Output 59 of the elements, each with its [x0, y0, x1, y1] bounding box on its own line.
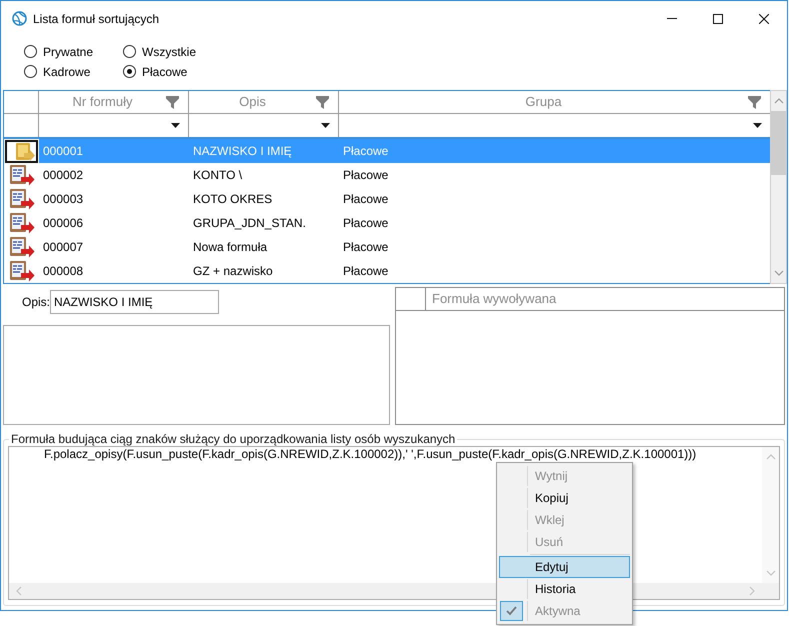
clipboard-icon [8, 236, 35, 258]
radio-button[interactable] [24, 65, 37, 78]
minimize-icon[interactable] [667, 18, 677, 19]
table-cell-text: GRUPA_JDN_STAN. [192, 215, 307, 232]
maximize-icon[interactable] [713, 14, 723, 24]
window-title: Lista formuł sortujących [33, 10, 160, 28]
clipboard-icon [8, 212, 35, 234]
field-label: Opis: [21, 294, 50, 311]
scrollbar-thumb[interactable] [771, 111, 786, 175]
table-cell-text: Płacowe [342, 191, 390, 208]
filter-icon[interactable] [748, 96, 761, 108]
radio-button[interactable] [24, 45, 37, 58]
vertical-scrollbar[interactable] [770, 90, 787, 284]
radio-label: Kadrowe [43, 64, 90, 78]
table-cell-text: Płacowe [342, 143, 390, 160]
menu-item[interactable]: Edytuj [499, 556, 630, 578]
table-cell-text: 000001 [42, 143, 84, 160]
chevron-right-icon[interactable] [748, 586, 756, 596]
clipboard-icon [8, 164, 35, 186]
table-cell-text: Płacowe [342, 215, 390, 232]
table-cell-text: GZ + nazwisko [192, 263, 274, 280]
table-cell-text: 000003 [42, 191, 84, 208]
text-area-field[interactable] [3, 325, 390, 425]
radio-label: Wszystkie [142, 44, 196, 58]
table-cell-text: Płacowe [342, 239, 390, 256]
table-cell-text: 000006 [42, 215, 84, 232]
close-icon[interactable] [759, 14, 769, 24]
table-cell-text: 000007 [42, 239, 84, 256]
radio-button[interactable] [123, 65, 136, 78]
table-cell-text: Nowa formuła [192, 239, 268, 256]
radio-label: Prywatne [43, 44, 94, 58]
table-cell-text: NAZWISKO I IMIĘ [192, 143, 293, 160]
chevron-down-icon[interactable] [766, 569, 776, 577]
table-cell-text: 000008 [42, 263, 84, 280]
filter-icon[interactable] [166, 96, 179, 108]
caret-down-icon [753, 123, 762, 128]
chevron-up-icon[interactable] [774, 97, 784, 105]
description-field[interactable]: NAZWISKO I IMIĘ [50, 290, 219, 314]
table-cell-text: 000002 [42, 167, 84, 184]
caret-down-icon [321, 123, 330, 128]
radio-button[interactable] [123, 45, 136, 58]
table-cell-text: KOTO OKRES [192, 191, 274, 208]
clipboard-icon [8, 260, 35, 282]
filter-icon[interactable] [316, 96, 329, 108]
globe-icon [12, 11, 27, 26]
vertical-scrollbar[interactable] [762, 447, 779, 583]
radio-label: Płacowe [142, 64, 188, 78]
menu-item[interactable]: Historia [499, 578, 630, 600]
table-cell-text: Płacowe [342, 263, 390, 280]
table-cell-text: Płacowe [342, 167, 390, 184]
chevron-down-icon[interactable] [774, 269, 784, 277]
clipboard-icon [8, 188, 35, 210]
menu-item[interactable]: Kopiuj [499, 487, 630, 509]
caret-down-icon [171, 123, 180, 128]
table-cell-text: KONTO \ [192, 167, 244, 184]
chevron-up-icon[interactable] [766, 453, 776, 461]
chevron-left-icon[interactable] [15, 586, 23, 596]
clipboard-icon [5, 140, 38, 162]
group-title: Formuła budująca ciąg znaków służący do uporządkowania listy osób wyszukanych [10, 432, 456, 446]
